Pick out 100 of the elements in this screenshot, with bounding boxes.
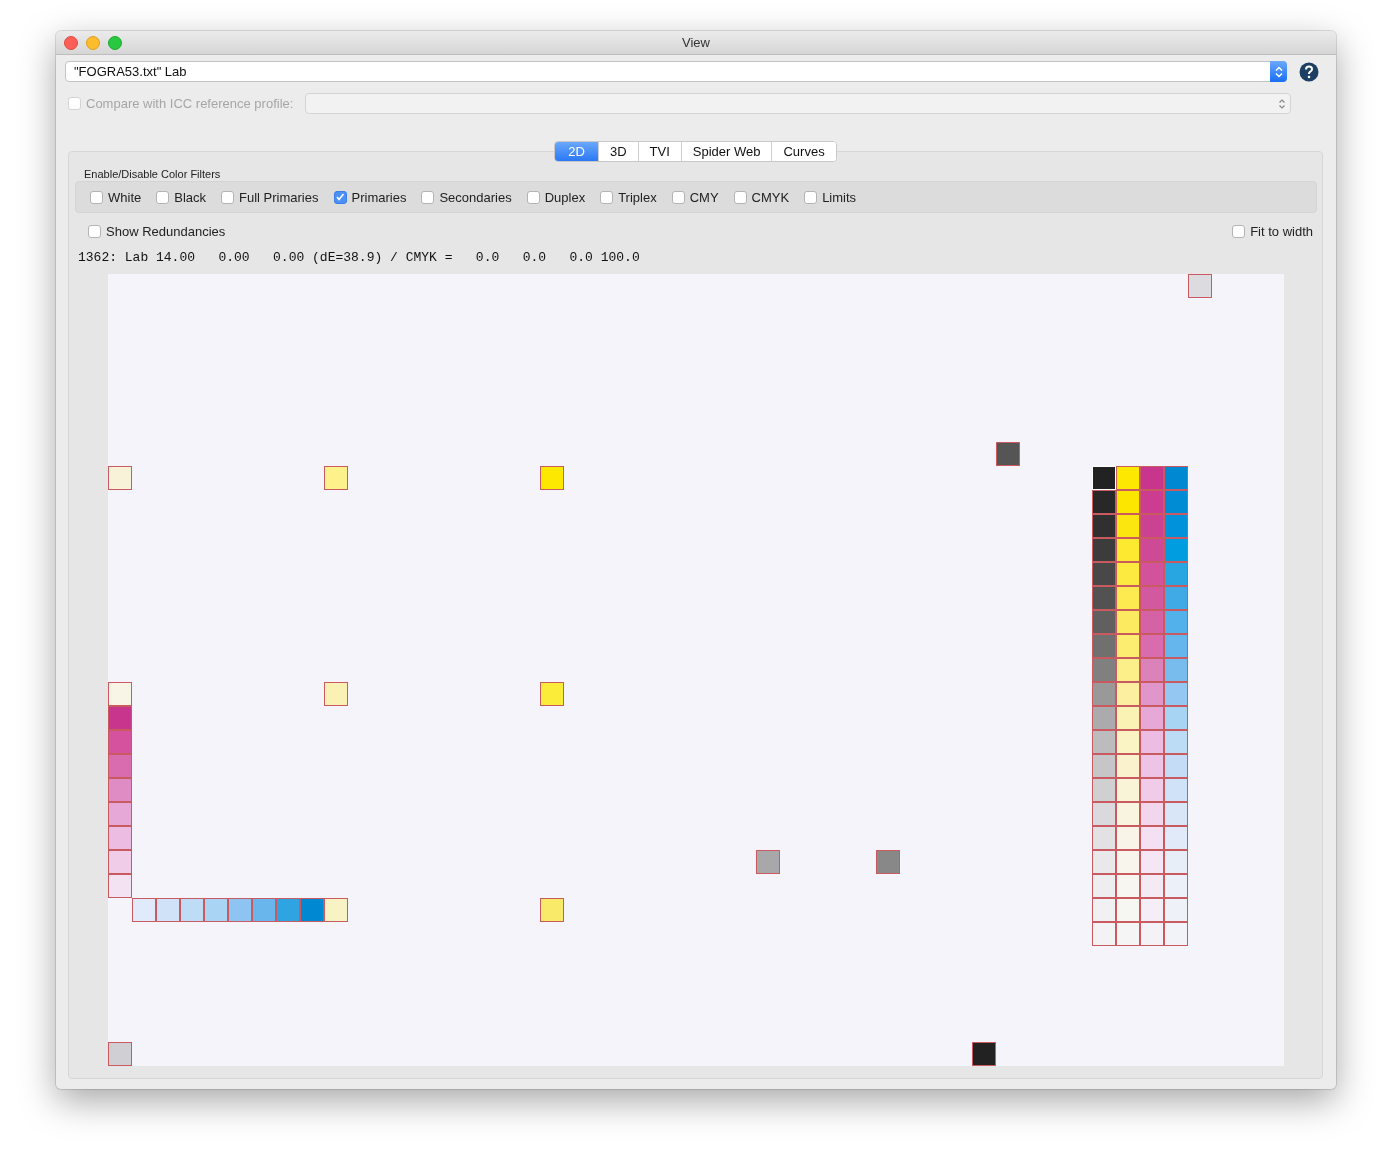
color-patch[interactable] [180, 898, 204, 922]
color-patch[interactable] [1116, 682, 1140, 706]
zoom-button[interactable] [108, 35, 122, 50]
filter-checkbox[interactable]: CMYK [733, 189, 790, 205]
color-patch[interactable] [1164, 466, 1188, 490]
color-patch[interactable] [1140, 898, 1164, 922]
color-patch[interactable] [1140, 850, 1164, 874]
color-patch[interactable] [324, 898, 348, 922]
color-patch[interactable] [1140, 826, 1164, 850]
color-patch[interactable] [1116, 802, 1140, 826]
color-patch[interactable] [1092, 754, 1116, 778]
color-patch[interactable] [108, 778, 132, 802]
color-patch[interactable] [1092, 874, 1116, 898]
color-patch[interactable] [1116, 586, 1140, 610]
color-patch[interactable] [1092, 490, 1116, 514]
color-patch[interactable] [1164, 682, 1188, 706]
color-patch[interactable] [1116, 754, 1140, 778]
color-patch[interactable] [1116, 610, 1140, 634]
color-patch[interactable] [1164, 586, 1188, 610]
color-patch[interactable] [1140, 778, 1164, 802]
color-patch[interactable] [1164, 706, 1188, 730]
color-patch[interactable] [1140, 634, 1164, 658]
color-patch[interactable] [1140, 610, 1164, 634]
view-tab[interactable]: Curves [771, 142, 836, 161]
color-patch[interactable] [1140, 730, 1164, 754]
color-patch[interactable] [1164, 562, 1188, 586]
filter-checkbox[interactable]: Primaries [333, 189, 407, 205]
filter-checkbox[interactable]: Full Primaries [221, 189, 319, 205]
color-patch[interactable] [108, 682, 132, 706]
color-patch[interactable] [1116, 730, 1140, 754]
color-patch[interactable] [1140, 706, 1164, 730]
color-patch[interactable] [1164, 538, 1188, 562]
color-patch[interactable] [108, 730, 132, 754]
color-patch[interactable] [1140, 538, 1164, 562]
color-patch[interactable] [1092, 922, 1116, 946]
color-patch[interactable] [1116, 706, 1140, 730]
color-patch[interactable] [228, 898, 252, 922]
color-patch[interactable] [1140, 586, 1164, 610]
show-redundancies-checkbox[interactable]: Show Redundancies [88, 224, 226, 239]
color-patch[interactable] [1092, 706, 1116, 730]
color-patch[interactable] [1116, 850, 1140, 874]
color-patch[interactable] [132, 898, 156, 922]
color-patch[interactable] [108, 1042, 132, 1066]
filter-checkbox[interactable]: Black [156, 189, 207, 205]
color-patch[interactable] [1164, 610, 1188, 634]
minimize-button[interactable] [86, 35, 100, 50]
filter-checkbox[interactable]: Limits [804, 189, 857, 205]
color-patch[interactable] [252, 898, 276, 922]
color-patch[interactable] [1116, 634, 1140, 658]
color-patch[interactable] [1092, 658, 1116, 682]
color-patch[interactable] [1164, 874, 1188, 898]
color-patch[interactable] [1140, 490, 1164, 514]
color-patch[interactable] [276, 898, 300, 922]
color-patch[interactable] [1116, 658, 1140, 682]
color-patch[interactable] [324, 682, 348, 706]
data-source-dropdown[interactable]: "FOGRA53.txt" Lab [65, 61, 1287, 82]
color-patch[interactable] [1092, 802, 1116, 826]
color-patch[interactable] [1116, 562, 1140, 586]
color-patch[interactable] [108, 850, 132, 874]
color-patch[interactable] [1164, 898, 1188, 922]
color-patch[interactable] [156, 898, 180, 922]
color-patch[interactable] [108, 754, 132, 778]
color-patch[interactable] [1140, 682, 1164, 706]
color-patch[interactable] [756, 850, 780, 874]
close-button[interactable] [64, 35, 78, 50]
color-patch[interactable] [1092, 562, 1116, 586]
color-patch[interactable] [1140, 922, 1164, 946]
color-patch[interactable] [1092, 778, 1116, 802]
color-patch[interactable] [1140, 466, 1164, 490]
color-patch[interactable] [1092, 826, 1116, 850]
fit-to-width-checkbox[interactable]: Fit to width [1232, 224, 1313, 239]
color-patch[interactable] [1164, 850, 1188, 874]
color-patch[interactable] [1140, 874, 1164, 898]
color-patch[interactable] [108, 874, 132, 898]
color-patch[interactable] [1092, 610, 1116, 634]
color-patch[interactable] [972, 1042, 996, 1066]
color-patch[interactable] [1164, 802, 1188, 826]
color-patch[interactable] [108, 706, 132, 730]
color-patch[interactable] [108, 802, 132, 826]
color-patch[interactable] [1092, 586, 1116, 610]
color-patch[interactable] [1188, 274, 1212, 298]
color-patch[interactable] [1116, 874, 1140, 898]
color-patch[interactable] [1092, 730, 1116, 754]
color-patch[interactable] [1092, 682, 1116, 706]
color-patch[interactable] [1164, 730, 1188, 754]
filter-checkbox[interactable]: CMY [671, 189, 719, 205]
color-patch[interactable] [1140, 562, 1164, 586]
color-patch[interactable] [1116, 898, 1140, 922]
color-patch[interactable] [1116, 922, 1140, 946]
color-patch[interactable] [1116, 490, 1140, 514]
color-patch[interactable] [1116, 466, 1140, 490]
color-patch[interactable] [1164, 922, 1188, 946]
color-patch[interactable] [108, 466, 132, 490]
color-patch[interactable] [324, 466, 348, 490]
help-icon[interactable] [1299, 61, 1319, 82]
color-patch[interactable] [1164, 754, 1188, 778]
color-patch[interactable] [540, 466, 564, 490]
color-patch[interactable] [876, 850, 900, 874]
color-patch[interactable] [1092, 634, 1116, 658]
color-patch[interactable] [1140, 658, 1164, 682]
